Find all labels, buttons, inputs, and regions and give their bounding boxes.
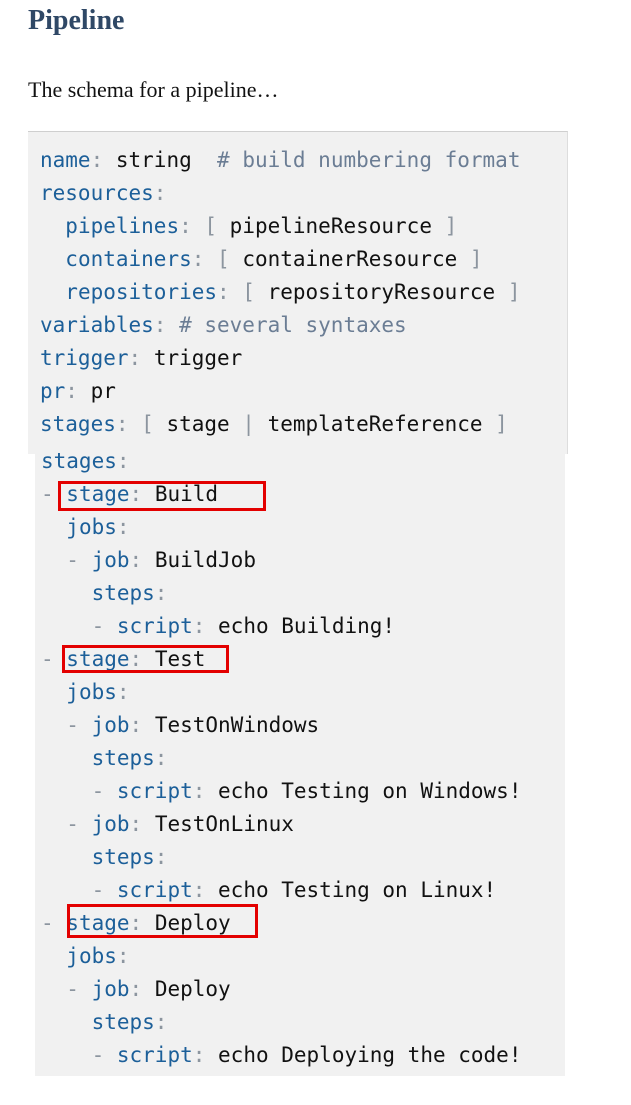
yaml-key: resources <box>40 181 154 205</box>
yaml-key: script <box>116 878 193 902</box>
yaml-key: script <box>116 614 193 638</box>
yaml-key: job <box>91 977 130 1001</box>
code-line-pipelines: pipelines: [ pipelineResource ] <box>65 214 458 238</box>
code-line-name: name: string # build numbering format <box>40 148 521 172</box>
code-line-trigger: trigger: trigger <box>40 346 243 370</box>
code-line-steps: steps: <box>91 1010 168 1034</box>
yaml-key: script <box>116 779 193 803</box>
yaml-key: steps <box>91 845 155 869</box>
code-line-resources: resources: <box>40 181 167 205</box>
code-line-job: - job: TestOnLinux <box>66 812 294 836</box>
yaml-key: containers <box>65 247 192 271</box>
yaml-comment: # several syntaxes <box>179 313 407 337</box>
code-line-script: - script: echo Testing on Windows! <box>91 779 522 803</box>
code-line-script: - script: echo Building! <box>91 614 396 638</box>
code-line-pr: pr: pr <box>40 379 116 403</box>
yaml-value: pipelineResource <box>229 214 432 238</box>
code-line-jobs: jobs: <box>66 680 130 704</box>
yaml-key: jobs <box>66 680 117 704</box>
yaml-key: steps <box>91 581 155 605</box>
code-line-script: - script: echo Testing on Linux! <box>91 878 497 902</box>
code-line-variables: variables: # several syntaxes <box>40 313 407 337</box>
yaml-key: stages <box>41 449 117 473</box>
code-line-jobs: jobs: <box>66 515 130 539</box>
yaml-key: repositories <box>65 280 218 304</box>
yaml-key: variables <box>40 313 154 337</box>
job-name: Deploy <box>154 977 231 1001</box>
code-line-stages-root: stages: <box>41 449 130 473</box>
highlight-box-stage-build <box>58 481 266 511</box>
yaml-value: pr <box>90 379 116 403</box>
yaml-value: stage <box>166 412 230 436</box>
yaml-key: jobs <box>66 944 117 968</box>
yaml-value: trigger <box>153 346 243 370</box>
code-line-job: - job: Deploy <box>66 977 231 1001</box>
code-line-stages: stages: [ stage | templateReference ] <box>40 412 508 436</box>
yaml-key: job <box>91 548 130 572</box>
job-name: BuildJob <box>154 548 256 572</box>
page-title: Pipeline <box>28 5 125 36</box>
code-line-job: - job: BuildJob <box>66 548 256 572</box>
yaml-key: stages <box>40 412 116 436</box>
code-line-steps: steps: <box>91 581 168 605</box>
yaml-comment: # build numbering format <box>217 148 521 172</box>
yaml-value: containerResource <box>242 247 458 271</box>
code-line-steps: steps: <box>91 746 168 770</box>
job-name: TestOnWindows <box>154 713 320 737</box>
highlight-box-stage-test <box>62 645 229 673</box>
yaml-value: string <box>115 148 192 172</box>
yaml-value: templateReference <box>267 412 483 436</box>
job-name: TestOnLinux <box>154 812 294 836</box>
yaml-key: name <box>40 148 91 172</box>
script-command: echo Testing on Linux! <box>218 878 497 902</box>
intro-text: The schema for a pipeline… <box>28 77 279 102</box>
highlight-box-stage-deploy <box>67 904 258 938</box>
schema-code-block: name: string # build numbering format res… <box>28 131 568 454</box>
yaml-key: trigger <box>40 346 129 370</box>
example-code-block: stages: - stage: Build jobs: - job: Build… <box>35 445 565 1076</box>
code-line-steps: steps: <box>91 845 168 869</box>
script-command: echo Building! <box>218 614 396 638</box>
yaml-key: pipelines <box>65 214 180 238</box>
code-line-job: - job: TestOnWindows <box>66 713 320 737</box>
yaml-key: jobs <box>66 515 117 539</box>
code-line-containers: containers: [ containerResource ] <box>65 247 483 271</box>
code-line-jobs: jobs: <box>66 944 130 968</box>
script-command: echo Testing on Windows! <box>218 779 522 803</box>
yaml-key: script <box>116 1043 193 1067</box>
yaml-value: repositoryResource <box>267 280 496 304</box>
yaml-key: job <box>91 713 130 737</box>
yaml-key: steps <box>91 1010 155 1034</box>
code-line-repositories: repositories: [ repositoryResource ] <box>65 280 521 304</box>
yaml-key: steps <box>91 746 155 770</box>
yaml-key: job <box>91 812 130 836</box>
script-command: echo Deploying the code! <box>218 1043 522 1067</box>
code-line-script: - script: echo Deploying the code! <box>91 1043 522 1067</box>
yaml-key: pr <box>40 379 66 403</box>
